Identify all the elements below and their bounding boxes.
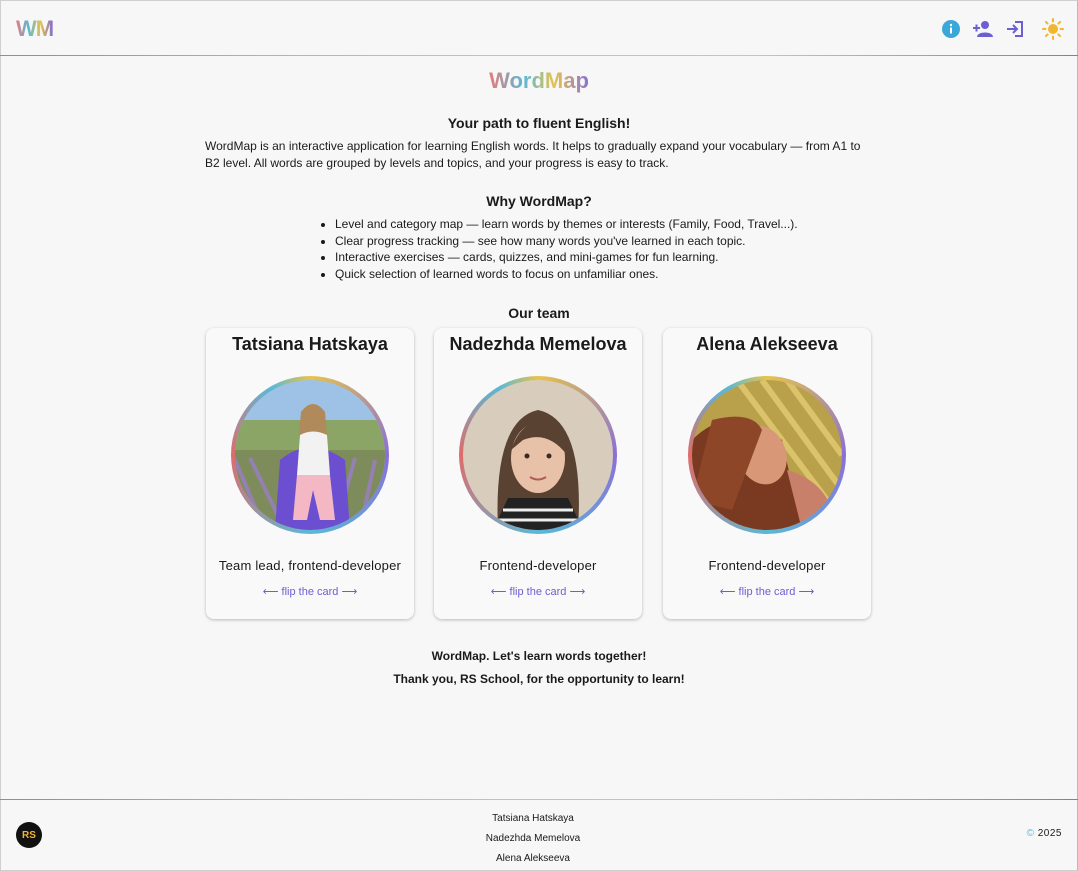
member-role: Frontend-developer: [479, 558, 597, 573]
add-user-icon[interactable]: [972, 18, 994, 40]
member-name: Tatsiana Hatskaya: [232, 334, 388, 354]
team-heading: Our team: [508, 305, 570, 321]
footer-divider: [0, 799, 1078, 800]
app-header: WM: [0, 0, 1078, 56]
intro-paragraph: WordMap is an interactive application fo…: [205, 139, 861, 170]
info-icon[interactable]: [940, 18, 962, 40]
login-icon[interactable]: [1004, 18, 1026, 40]
copyright: © 2025: [1027, 828, 1062, 839]
member-name: Nadezhda Memelova: [449, 334, 627, 354]
closing-text: WordMap. Let's learn words together!: [431, 649, 647, 663]
features-list: Level and category map — learn words by …: [319, 216, 798, 282]
avatar-ring: [231, 376, 389, 534]
copyright-year: 2025: [1037, 828, 1062, 839]
feature-item: Interactive exercises — cards, quizzes, …: [335, 249, 798, 266]
thanks-text: Thank you, RS School, for the opportunit…: [393, 672, 685, 686]
footer-name-link[interactable]: Alena Alekseeva: [0, 849, 1066, 869]
footer-name-link[interactable]: Nadezhda Memelova: [0, 829, 1066, 849]
team-card-tatsiana[interactable]: Tatsiana Hatskaya Team lead, frontend-de…: [206, 328, 414, 619]
footer-names: Tatsiana Hatskaya Nadezhda Memelova Alen…: [0, 809, 1066, 869]
copyright-symbol: ©: [1026, 828, 1035, 839]
sun-icon[interactable]: [1042, 18, 1064, 40]
member-role: Frontend-developer: [708, 558, 826, 573]
member-name: Alena Alekseeva: [696, 334, 838, 354]
flip-card-link[interactable]: ⟵ flip the card ⟶: [206, 585, 414, 598]
team-card-nadezhda[interactable]: Nadezhda Memelova Frontend-developer ⟵ f…: [434, 328, 642, 619]
app-footer: RS Tatsiana Hatskaya Nadezhda Memelova A…: [0, 799, 1078, 871]
member-photo: [692, 380, 842, 530]
footer-name-link[interactable]: Tatsiana Hatskaya: [0, 809, 1066, 829]
avatar-ring: [459, 376, 617, 534]
member-photo: [235, 380, 385, 530]
flip-card-link[interactable]: ⟵ flip the card ⟶: [434, 585, 642, 598]
feature-item: Clear progress tracking — see how many w…: [335, 233, 798, 250]
member-photo: [463, 380, 613, 530]
app-logo[interactable]: WM: [16, 16, 54, 42]
why-heading: Why WordMap?: [486, 193, 592, 209]
brand-title: WordMap: [489, 68, 589, 93]
member-role: Team lead, frontend-developer: [218, 558, 402, 573]
header-divider: [0, 55, 1078, 56]
flip-card-link[interactable]: ⟵ flip the card ⟶: [663, 585, 871, 598]
tagline: Your path to fluent English!: [447, 115, 631, 131]
feature-item: Level and category map — learn words by …: [335, 216, 798, 233]
feature-item: Quick selection of learned words to focu…: [335, 266, 798, 283]
header-actions: [940, 18, 1064, 40]
team-card-alena[interactable]: Alena Alekseeva Frontend-developer ⟵ fli…: [663, 328, 871, 619]
avatar-ring: [688, 376, 846, 534]
